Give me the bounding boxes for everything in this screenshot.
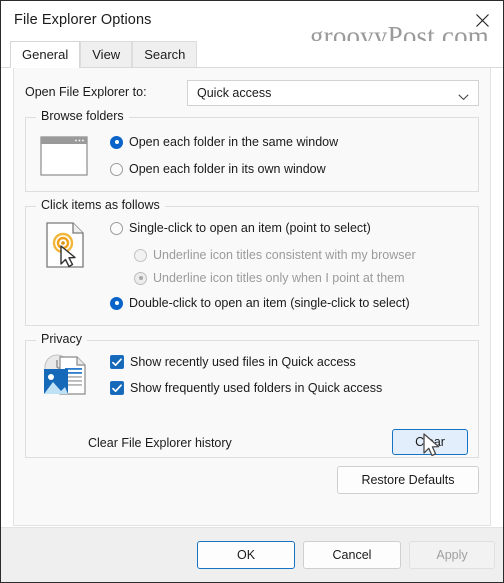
open-to-selected-value: Quick access xyxy=(197,86,272,100)
radio-indicator xyxy=(110,135,123,149)
page-title: File Explorer Options xyxy=(14,12,152,28)
click-items-group: Click items as follows Single-click to o… xyxy=(25,198,479,326)
tab-general[interactable]: General xyxy=(10,41,81,68)
radio-label: Open each folder in its own window xyxy=(129,162,326,176)
checkbox-indicator xyxy=(110,355,124,369)
radio-label: Open each folder in the same window xyxy=(129,135,339,149)
radio-single-click[interactable]: Single-click to open an item (point to s… xyxy=(110,221,371,235)
radio-indicator xyxy=(134,248,147,262)
title-bar: File Explorer Options xyxy=(1,1,503,41)
checkbox-label: Show recently used files in Quick access xyxy=(130,355,356,369)
window-folder-icon xyxy=(40,136,88,179)
open-to-label: Open File Explorer to: xyxy=(25,85,147,99)
click-items-legend: Click items as follows xyxy=(36,198,165,212)
tab-view[interactable]: View xyxy=(80,41,133,67)
radio-open-same-window[interactable]: Open each folder in the same window xyxy=(110,135,338,149)
privacy-legend: Privacy xyxy=(36,332,87,346)
browse-folders-legend: Browse folders xyxy=(36,109,129,123)
open-file-explorer-to-row: Open File Explorer to: Quick access xyxy=(25,80,479,106)
close-icon[interactable] xyxy=(467,6,497,34)
browse-folders-group: Browse folders Open each folder in the s… xyxy=(25,109,479,192)
radio-label: Double-click to open an item (single-cli… xyxy=(129,296,410,310)
radio-indicator xyxy=(134,271,147,285)
tab-search[interactable]: Search xyxy=(132,41,198,67)
photo-document-privacy-icon xyxy=(40,353,92,402)
open-to-dropdown[interactable]: Quick access xyxy=(187,80,479,106)
clear-button[interactable]: Clear xyxy=(392,429,468,455)
ok-button[interactable]: OK xyxy=(197,541,295,569)
radio-label: Underline icon titles only when I point … xyxy=(153,271,405,285)
radio-open-own-window[interactable]: Open each folder in its own window xyxy=(110,162,326,176)
tab-panel-general: Open File Explorer to: Quick access Brow… xyxy=(13,68,491,526)
radio-indicator xyxy=(110,162,123,176)
cancel-button[interactable]: Cancel xyxy=(303,541,401,569)
radio-double-click[interactable]: Double-click to open an item (single-cli… xyxy=(110,296,410,310)
checkbox-show-frequent-folders[interactable]: Show frequently used folders in Quick ac… xyxy=(110,381,382,395)
chevron-down-icon xyxy=(458,90,469,104)
file-explorer-options-dialog: File Explorer Options groovyPost.com Gen… xyxy=(0,0,504,583)
clear-history-label: Clear File Explorer history xyxy=(88,436,232,450)
dialog-footer: OK Cancel Apply xyxy=(1,527,503,582)
radio-indicator xyxy=(110,296,123,310)
radio-label: Underline icon titles consistent with my… xyxy=(153,248,416,262)
radio-underline-on-point: Underline icon titles only when I point … xyxy=(134,271,405,285)
checkbox-show-recent-files[interactable]: Show recently used files in Quick access xyxy=(110,355,356,369)
privacy-group: Privacy Show recently used files in Quic… xyxy=(25,332,479,458)
apply-button: Apply xyxy=(409,541,495,569)
checkbox-indicator xyxy=(110,381,124,395)
restore-defaults-button[interactable]: Restore Defaults xyxy=(337,466,479,494)
radio-label: Single-click to open an item (point to s… xyxy=(129,221,371,235)
checkbox-label: Show frequently used folders in Quick ac… xyxy=(130,381,383,395)
radio-indicator xyxy=(110,221,123,235)
radio-underline-consistent-browser: Underline icon titles consistent with my… xyxy=(134,248,416,262)
document-click-pointer-icon xyxy=(44,221,88,272)
tab-strip: General View Search xyxy=(1,41,503,68)
